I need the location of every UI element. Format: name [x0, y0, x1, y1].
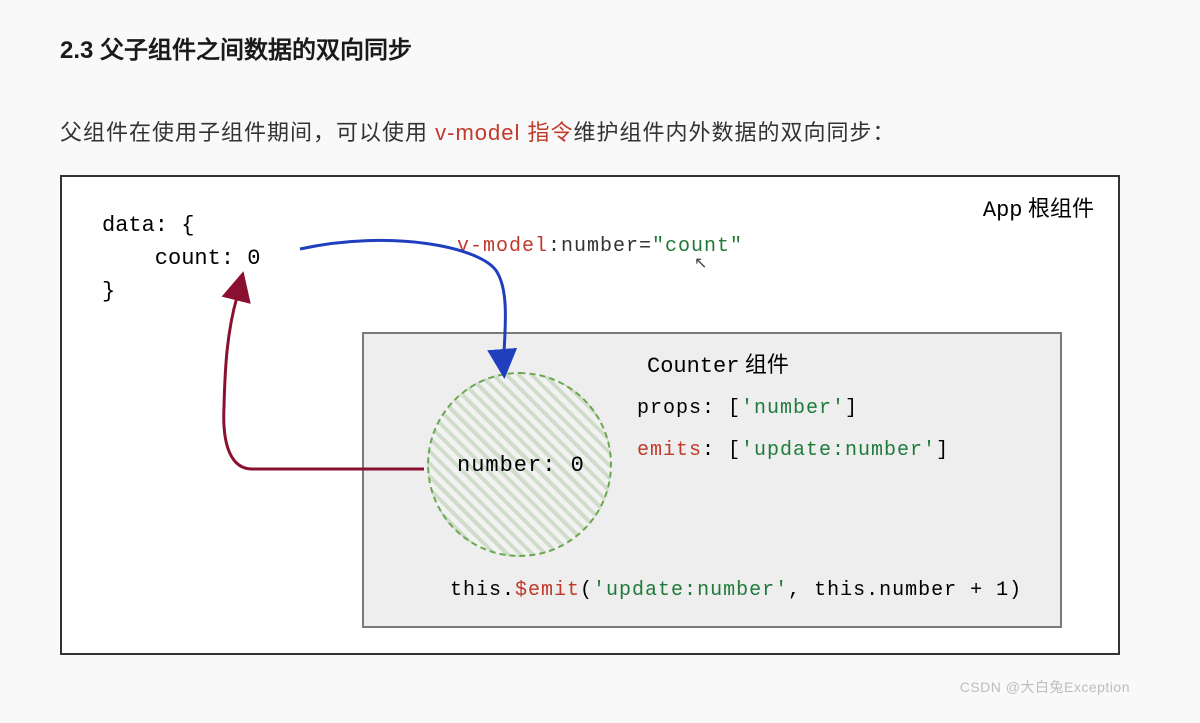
emit-call-open: (	[580, 579, 593, 602]
emit-call-line: this.$emit('update:number', this.number …	[450, 579, 1022, 602]
emit-call-event: 'update:number'	[593, 579, 788, 602]
emit-call-pre: this.	[450, 579, 515, 602]
emits-value: 'update:number'	[741, 439, 936, 462]
emits-close: ]	[936, 439, 949, 462]
intro-after: 维护组件内外数据的双向同步：	[573, 120, 895, 145]
intro-paragraph: 父组件在使用子组件期间，可以使用 v-model 指令维护组件内外数据的双向同步…	[60, 115, 1140, 147]
vmodel-directive: v-model	[457, 235, 548, 258]
app-root-box: App 根组件 data: { count: 0 } v-model:numbe…	[60, 175, 1120, 655]
app-data-block: data: { count: 0 }	[102, 209, 260, 308]
cursor-icon: ↖	[694, 253, 707, 273]
props-declaration: props: ['number']	[637, 397, 858, 420]
counter-label-code: Counter	[647, 354, 739, 379]
counter-label-cn: 组件	[739, 352, 789, 377]
watermark: CSDN @大白兔Exception	[960, 677, 1130, 697]
emit-call-rest: , this.number + 1)	[788, 579, 1022, 602]
props-label: props: [	[637, 397, 741, 420]
props-value: 'number'	[741, 397, 845, 420]
diagram: App 根组件 data: { count: 0 } v-model:numbe…	[60, 175, 1120, 675]
emits-declaration: emits: ['update:number']	[637, 439, 949, 462]
counter-label: Counter 组件	[647, 347, 789, 379]
vmodel-mid: :number=	[548, 235, 652, 258]
app-label: App 根组件	[983, 191, 1094, 223]
emits-label: emits	[637, 439, 702, 462]
app-label-cn: 根组件	[1022, 196, 1094, 221]
intro-highlight: v-model 指令	[435, 120, 573, 145]
emits-mid: : [	[702, 439, 741, 462]
props-close: ]	[845, 397, 858, 420]
section-heading: 2.3 父子组件之间数据的双向同步	[60, 30, 1140, 65]
intro-before: 父组件在使用子组件期间，可以使用	[60, 120, 435, 145]
app-label-code: App	[983, 198, 1023, 223]
emit-call-method: $emit	[515, 579, 580, 602]
number-prop-text: number: 0	[457, 453, 585, 478]
